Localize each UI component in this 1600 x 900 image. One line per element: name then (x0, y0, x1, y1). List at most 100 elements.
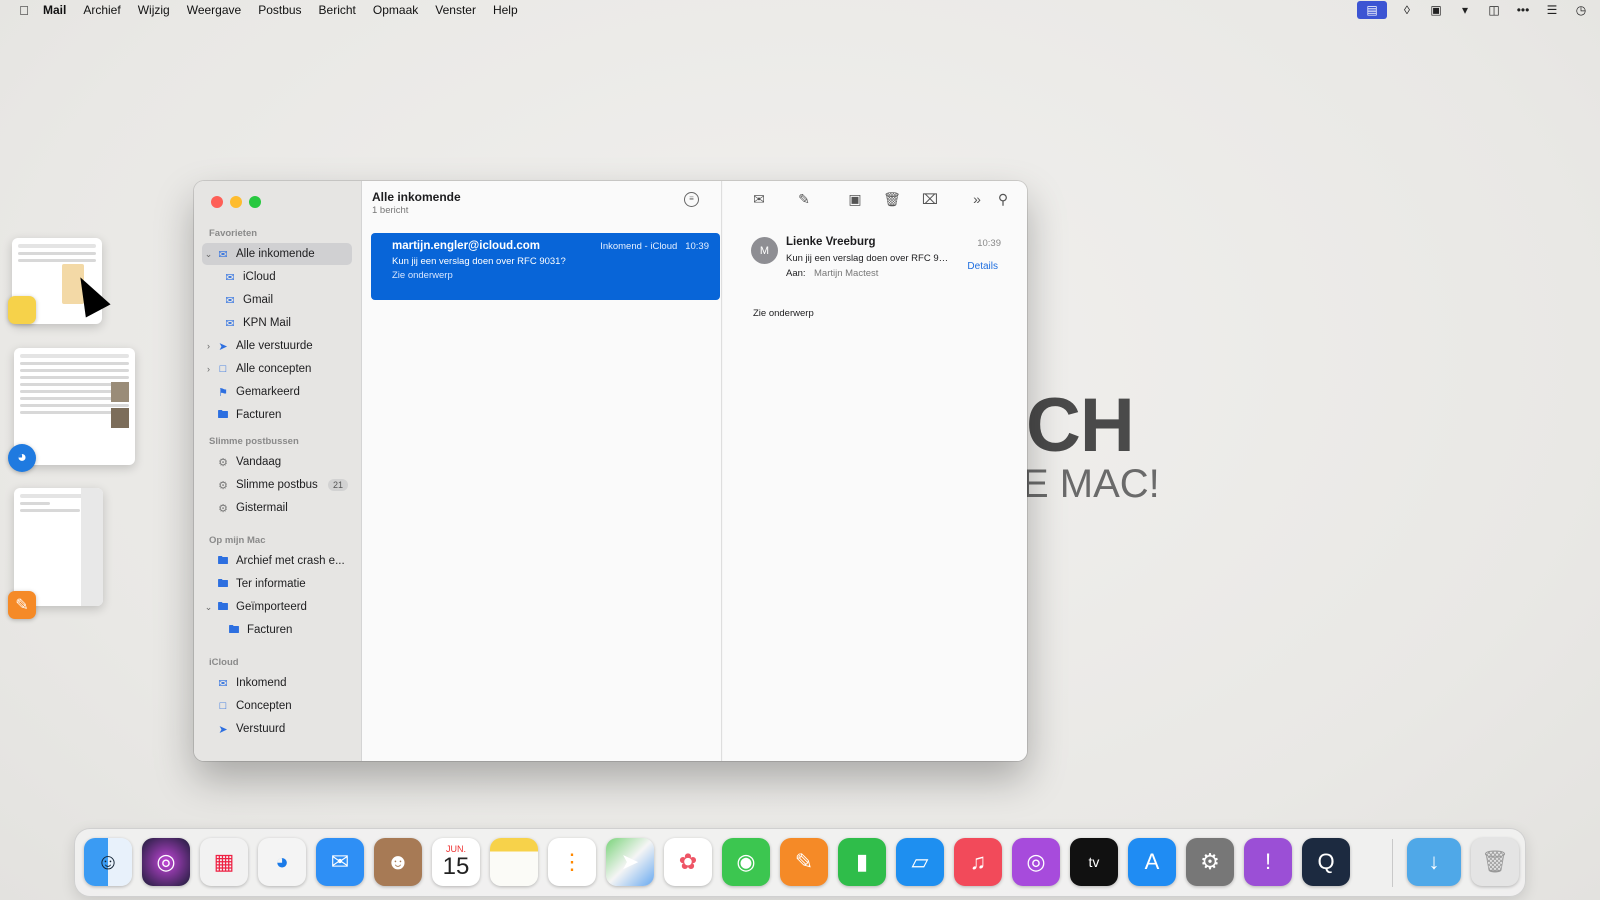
sidebar-item-vandaag[interactable]: ⚙ Vandaag (202, 451, 352, 473)
downloads-folder-icon[interactable]: ↓ (1407, 838, 1461, 886)
clock-icon[interactable]: ◷ (1572, 3, 1590, 17)
reader-body: Zie onderwerp (753, 308, 814, 319)
flag-icon: ⚑ (218, 386, 228, 399)
sidebar-item-kpn-mail[interactable]: ✉ KPN Mail (202, 312, 352, 334)
sidebar-item-icloud[interactable]: ✉ iCloud (202, 266, 352, 288)
message-meta: Inkomend - iCloud 10:39 (600, 241, 709, 252)
megaphone-icon[interactable]: ▾ (1456, 3, 1474, 17)
sidebar-item-inkomend[interactable]: ✉ Inkomend (202, 672, 352, 694)
sidebar-item-concepten[interactable]: □ Concepten (202, 695, 352, 717)
sidebar-item-label: Archief met crash e... (236, 555, 345, 567)
quicktime-icon[interactable]: Q (1302, 838, 1350, 886)
more-toolbar-icon[interactable]: » (967, 191, 987, 207)
keynote-icon[interactable]: ▱ (896, 838, 944, 886)
sidebar-item-gmail[interactable]: ✉ Gmail (202, 289, 352, 311)
contacts-icon[interactable]: ☻ (374, 838, 422, 886)
section-favorieten: Favorieten (209, 228, 258, 239)
folder-icon: 🖿 (217, 554, 229, 567)
notes-icon[interactable] (490, 838, 538, 886)
sidebar-item-label: Verstuurd (236, 723, 286, 735)
close-button[interactable] (211, 196, 223, 208)
sidebar-item-slimme-postbus[interactable]: ⚙ Slimme postbus 21 (202, 474, 352, 496)
chevron-down-icon[interactable]: ⌄ (202, 249, 215, 260)
safari-icon[interactable]: ◕ (258, 838, 306, 886)
system-settings-icon[interactable]: ⚙ (1186, 838, 1234, 886)
menu-help[interactable]: Help (493, 3, 518, 17)
menu-postbus[interactable]: Postbus (258, 3, 301, 17)
messages-icon[interactable]: ◉ (722, 838, 770, 886)
unread-count-badge: 21 (327, 479, 348, 491)
document-icon: □ (219, 363, 227, 375)
sidebar-item-label: Facturen (236, 409, 282, 421)
menu-venster[interactable]: Venster (435, 3, 476, 17)
sidebar-item-verstuurd[interactable]: ➤ Verstuurd (202, 718, 352, 740)
reader-recipient: Martijn Mactest (814, 268, 879, 279)
sidebar-item-gemarkeerd[interactable]: ⚑ Gemarkeerd (202, 381, 352, 403)
message-count: 1 bericht (372, 205, 409, 216)
sidebar-item-facturen[interactable]: 🖿 Facturen (202, 404, 352, 426)
numbers-icon[interactable]: ▮ (838, 838, 886, 886)
menu-app-name[interactable]: Mail (43, 3, 66, 17)
sidebar-item-alle-verstuurde[interactable]: › ➤ Alle verstuurde (202, 335, 352, 357)
envelope-icon[interactable]: ✉ (749, 191, 769, 208)
sidebar-item-ter-informatie[interactable]: 🖿 Ter informatie (202, 573, 352, 595)
pages-icon[interactable]: ✎ (780, 838, 828, 886)
archive-icon[interactable]: ▣ (845, 191, 865, 208)
chevron-right-icon[interactable]: › (202, 341, 215, 351)
sidebar-item-archief-met-crash[interactable]: 🖿 Archief met crash e... (202, 550, 352, 572)
wallpaper-text-big: CH (1026, 383, 1135, 468)
video-icon[interactable]: ◫ (1485, 3, 1503, 17)
layers-icon[interactable]: ◊ (1398, 3, 1416, 17)
control-center-icon[interactable]: ☰ (1543, 3, 1561, 17)
sidebar-item-alle-concepten[interactable]: › □ Alle concepten (202, 358, 352, 380)
avatar: M (751, 237, 778, 264)
siri-icon[interactable]: ◎ (142, 838, 190, 886)
chevron-right-icon[interactable]: › (202, 364, 215, 374)
more-icon[interactable]: ••• (1514, 3, 1532, 17)
menu-archief[interactable]: Archief (83, 3, 120, 17)
reading-pane: ✉ ✎ ▣ 🗑 ⌧ » ⚲ M Lienke Vreeburg 10:39 Ku… (723, 181, 1027, 761)
compose-icon[interactable]: ✎ (794, 191, 814, 208)
sidebar-item-gistermail[interactable]: ⚙ Gistermail (202, 497, 352, 519)
photos-icon[interactable]: ✿ (664, 838, 712, 886)
menu-opmaak[interactable]: Opmaak (373, 3, 418, 17)
launchpad-icon[interactable]: ▦ (200, 838, 248, 886)
appletv-icon[interactable]: tv (1070, 838, 1118, 886)
calendar-day: 15 (442, 853, 470, 880)
message-bubble-icon[interactable]: ▣ (1427, 3, 1445, 17)
filter-icon[interactable]: ≡ (684, 192, 699, 207)
appstore-icon[interactable]: A (1128, 838, 1176, 886)
menu-wijzig[interactable]: Wijzig (138, 3, 170, 17)
trash-bin-icon[interactable]: 🗑 (1471, 838, 1519, 886)
junk-icon[interactable]: ⌧ (920, 191, 940, 208)
stage-thumb-pages[interactable] (14, 488, 103, 606)
trash-icon[interactable]: 🗑 (882, 191, 902, 208)
finder-icon[interactable]: ☺ (84, 838, 132, 886)
calendar-icon[interactable]: JUN. 15 (432, 838, 480, 886)
apple-menu-icon[interactable]:  (14, 3, 34, 18)
music-icon[interactable]: ♫ (954, 838, 1002, 886)
sidebar-item-geimporteerd[interactable]: ⌄ 🖿 Geïmporteerd (202, 596, 352, 618)
menu-bericht[interactable]: Bericht (319, 3, 356, 17)
mail-icon[interactable]: ✉ (316, 838, 364, 886)
reminders-icon[interactable]: ⋮ (548, 838, 596, 886)
sidebar-item-alle-inkomende[interactable]: ⌄ ✉ Alle inkomende (202, 243, 352, 265)
feedback-icon[interactable]: ! (1244, 838, 1292, 886)
sidebar-item-facturen-imported[interactable]: 🖿 Facturen (202, 619, 352, 641)
minimize-button[interactable] (230, 196, 242, 208)
chevron-down-icon[interactable]: ⌄ (202, 602, 215, 613)
podcasts-icon[interactable]: ◎ (1012, 838, 1060, 886)
message-mailbox: Inkomend - iCloud (600, 241, 678, 252)
search-icon[interactable]: ⚲ (993, 191, 1013, 208)
message-preview: Zie onderwerp (392, 270, 453, 281)
reader-time: 10:39 (977, 238, 1001, 249)
list-item[interactable]: martijn.engler@icloud.com Inkomend - iCl… (371, 233, 720, 300)
menu-weergave[interactable]: Weergave (187, 3, 241, 17)
screen-mirroring-icon[interactable]: ▤ (1357, 1, 1387, 19)
maps-icon[interactable]: ➤ (606, 838, 654, 886)
details-link[interactable]: Details (967, 261, 998, 272)
zoom-button[interactable] (249, 196, 261, 208)
sidebar-item-label: Alle inkomende (236, 248, 315, 260)
folder-icon: 🖿 (228, 623, 240, 636)
section-slimme-postbussen: Slimme postbussen (209, 436, 299, 447)
